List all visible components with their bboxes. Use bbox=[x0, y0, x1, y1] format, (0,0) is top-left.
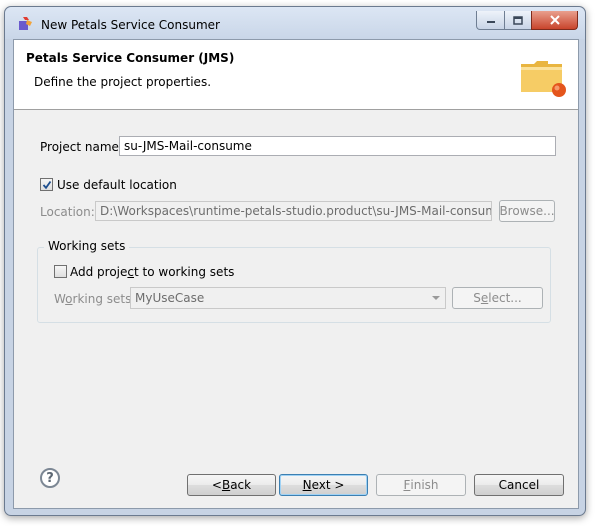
working-sets-selected-value: MyUseCase bbox=[135, 291, 205, 305]
working-sets-label: Working sets: bbox=[54, 292, 136, 306]
cancel-button[interactable]: Cancel bbox=[474, 474, 564, 496]
close-icon bbox=[549, 15, 560, 25]
add-to-working-sets-label[interactable]: Add project to working sets bbox=[70, 265, 234, 279]
working-sets-group bbox=[37, 247, 551, 323]
page-subtitle: Define the project properties. bbox=[34, 75, 212, 89]
use-default-location-checkbox[interactable] bbox=[40, 178, 53, 191]
finish-button[interactable]: Finish bbox=[376, 474, 466, 496]
help-icon[interactable]: ? bbox=[40, 468, 60, 488]
chevron-down-icon bbox=[432, 296, 440, 300]
maximize-icon bbox=[513, 15, 523, 25]
wizard-content: Project name: su-JMS-Mail-consume Use de… bbox=[14, 111, 578, 441]
page-title: Petals Service Consumer (JMS) bbox=[26, 51, 235, 65]
browse-button[interactable]: Browse... bbox=[499, 200, 555, 222]
location-label: Location: bbox=[40, 205, 95, 219]
minimize-icon bbox=[486, 21, 495, 23]
add-to-working-sets-checkbox[interactable] bbox=[54, 265, 67, 278]
wizard-header: Petals Service Consumer (JMS) Define the… bbox=[14, 40, 578, 110]
location-input[interactable]: D:\Workspaces\runtime-petals-studio.prod… bbox=[95, 201, 492, 221]
project-name-label: Project name: bbox=[40, 140, 123, 154]
checkmark-icon bbox=[42, 180, 51, 189]
maximize-button[interactable] bbox=[504, 11, 532, 30]
close-button[interactable] bbox=[531, 11, 578, 30]
wizard-client-area: Petals Service Consumer (JMS) Define the… bbox=[13, 39, 579, 509]
window-title: New Petals Service Consumer bbox=[41, 18, 220, 32]
wizard-window: New Petals Service Consumer Petals Servi… bbox=[4, 6, 586, 516]
project-name-input[interactable]: su-JMS-Mail-consume bbox=[119, 136, 556, 156]
use-default-location-label[interactable]: Use default location bbox=[57, 178, 177, 192]
title-bar[interactable]: New Petals Service Consumer bbox=[5, 7, 585, 39]
petals-app-icon bbox=[19, 17, 32, 30]
minimize-button[interactable] bbox=[476, 11, 505, 30]
select-working-sets-button[interactable]: Se lect... bbox=[452, 287, 543, 309]
folder-wizard-icon bbox=[521, 61, 566, 97]
working-sets-select[interactable]: MyUseCase bbox=[130, 287, 446, 309]
next-button[interactable]: Next > bbox=[279, 474, 368, 496]
working-sets-group-title: Working sets bbox=[44, 239, 130, 253]
back-button[interactable]: < Back bbox=[187, 474, 276, 496]
